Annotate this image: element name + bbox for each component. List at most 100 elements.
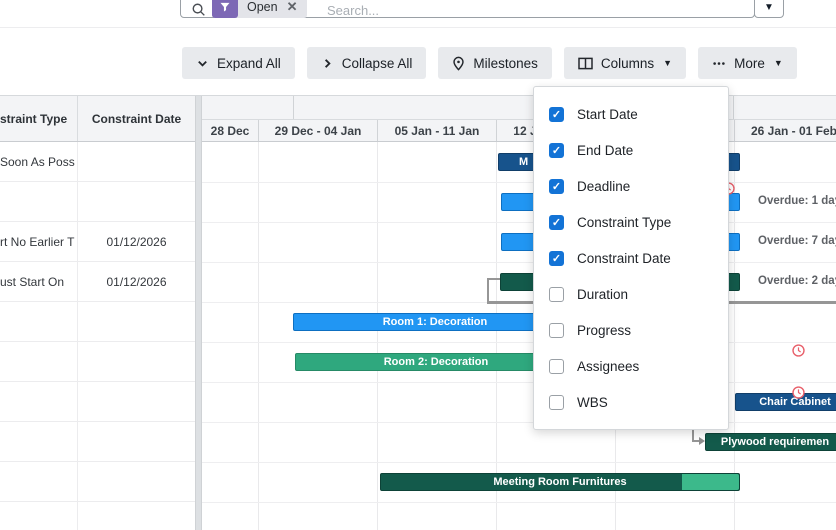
checkbox-checked-icon[interactable] [549, 142, 564, 158]
constraint-date-cell[interactable]: 01/12/2026 [78, 222, 195, 261]
button-label: More [734, 55, 765, 71]
menu-item-label: Progress [577, 322, 632, 338]
columns-button[interactable]: Columns ▼ [563, 47, 687, 79]
menu-item-assignees[interactable]: Assignees [534, 348, 728, 384]
table-row[interactable] [0, 302, 195, 342]
column-header-constraint-type[interactable]: straint Type [0, 96, 78, 141]
table-row[interactable] [0, 182, 195, 222]
grid-line-vertical [496, 142, 497, 530]
grid-line-horizontal [202, 222, 836, 223]
menu-item-constraint-type[interactable]: Constraint Type [534, 204, 728, 240]
overdue-label: Overdue: 1 day [758, 195, 836, 207]
expand-all-button[interactable]: Expand All [182, 47, 295, 79]
grid-line-horizontal [202, 462, 836, 463]
dependency-line [487, 278, 489, 302]
progress-remainder-segment [682, 474, 739, 490]
table-header: straint Type Constraint Date [0, 96, 195, 142]
constraint-type-cell[interactable]: ust Start On [0, 262, 78, 301]
checkbox-unchecked-icon[interactable] [549, 394, 564, 410]
grid-line-vertical [377, 142, 378, 530]
overdue-label: Overdue: 7 day [758, 235, 836, 247]
week-header-cell: 28 Dec [210, 123, 250, 138]
constraint-date-cell[interactable]: 01/12/2026 [78, 262, 195, 301]
task-bar-meeting-room-furnitures[interactable]: Meeting Room Furnitures [380, 473, 740, 491]
menu-item-end-date[interactable]: End Date [534, 132, 728, 168]
timeline-body[interactable]: M Room 1: Decoration Room 2: Decoration Cha… [202, 142, 836, 530]
task-bar-label: Room 2: Decoration [383, 356, 489, 368]
checkbox-checked-icon[interactable] [549, 178, 564, 194]
more-button[interactable]: More ▼ [698, 47, 797, 79]
table-rows: Soon As Poss rt No Earlier T 01/12/2026 ust… [0, 142, 195, 530]
checkbox-unchecked-icon[interactable] [549, 358, 564, 374]
constraint-date-cell[interactable] [78, 502, 195, 530]
task-bar-label: M [519, 156, 529, 168]
menu-item-label: Constraint Type [577, 214, 672, 230]
table-row[interactable]: Soon As Poss [0, 142, 195, 182]
menu-item-constraint-date[interactable]: Constraint Date [534, 240, 728, 276]
constraint-type-cell[interactable] [0, 182, 78, 221]
table-row[interactable] [0, 502, 195, 530]
filter-icon [212, 0, 238, 18]
button-label: Columns [600, 55, 655, 71]
month-divider [733, 96, 734, 119]
timeline-header-top [202, 96, 836, 120]
constraint-date-cell[interactable] [78, 302, 195, 341]
chip-close-icon[interactable]: ✕ [287, 0, 307, 15]
constraint-type-cell[interactable]: rt No Earlier T [0, 222, 78, 261]
table-row[interactable] [0, 342, 195, 382]
table-row[interactable]: ust Start On 01/12/2026 [0, 262, 195, 302]
constraint-date-cell[interactable] [78, 182, 195, 221]
button-label: Expand All [217, 55, 281, 71]
grid-line-horizontal [202, 382, 836, 383]
task-bar-chair-cabinet[interactable]: Chair Cabinet [735, 393, 836, 411]
menu-item-duration[interactable]: Duration [534, 276, 728, 312]
constraint-date-cell[interactable] [78, 422, 195, 461]
menu-item-label: End Date [577, 142, 634, 158]
menu-item-deadline[interactable]: Deadline [534, 168, 728, 204]
grid-line-horizontal [202, 262, 836, 263]
milestones-button[interactable]: Milestones [438, 47, 552, 79]
search-input[interactable]: Open ✕ Search... [180, 0, 755, 18]
table-row[interactable] [0, 422, 195, 462]
button-label: Collapse All [341, 55, 413, 71]
task-bar-label: Room 1: Decoration [382, 316, 488, 328]
search-dropdown-button[interactable]: ▼ [754, 0, 784, 18]
constraint-date-cell[interactable] [78, 382, 195, 421]
task-bar-label: Meeting Room Furnitures [493, 476, 627, 488]
checkbox-unchecked-icon[interactable] [549, 322, 564, 338]
constraint-date-cell[interactable] [78, 462, 195, 501]
table-row[interactable] [0, 382, 195, 422]
filter-chip-open[interactable]: Open ✕ [212, 0, 307, 18]
caret-down-icon: ▼ [773, 58, 783, 68]
checkbox-unchecked-icon[interactable] [549, 286, 564, 302]
constraint-date-cell[interactable] [78, 142, 195, 181]
table-row[interactable] [0, 462, 195, 502]
constraint-date-cell[interactable] [78, 342, 195, 381]
grid-line-vertical [258, 142, 259, 530]
menu-item-label: WBS [577, 394, 608, 410]
task-bar-plywood-requiremen[interactable]: Plywood requiremen [705, 433, 836, 451]
constraint-type-cell[interactable] [0, 422, 78, 461]
gantt-app: Open ✕ Search... ▼ Expand All Collapse Al… [0, 0, 836, 530]
caret-down-icon: ▼ [764, 2, 774, 13]
checkbox-checked-icon[interactable] [549, 250, 564, 266]
table-row[interactable]: rt No Earlier T 01/12/2026 [0, 222, 195, 262]
constraint-type-cell[interactable] [0, 502, 78, 530]
menu-item-progress[interactable]: Progress [534, 312, 728, 348]
collapse-all-button[interactable]: Collapse All [306, 47, 427, 79]
checkbox-checked-icon[interactable] [549, 106, 564, 122]
toolbar: Expand All Collapse All Milestones Columns ▼… [182, 47, 797, 79]
search-bar: Open ✕ Search... ▼ [0, 0, 836, 28]
menu-item-start-date[interactable]: Start Date [534, 96, 728, 132]
constraint-type-cell[interactable]: Soon As Poss [0, 142, 78, 181]
constraint-type-cell[interactable] [0, 342, 78, 381]
column-header-constraint-date[interactable]: Constraint Date [78, 96, 195, 141]
menu-item-wbs[interactable]: WBS [534, 384, 728, 420]
constraint-type-cell[interactable] [0, 302, 78, 341]
checkbox-checked-icon[interactable] [549, 214, 564, 230]
constraint-type-cell[interactable] [0, 382, 78, 421]
menu-item-label: Deadline [577, 178, 631, 194]
search-icon [191, 2, 206, 22]
pane-splitter[interactable] [195, 96, 202, 530]
constraint-type-cell[interactable] [0, 462, 78, 501]
